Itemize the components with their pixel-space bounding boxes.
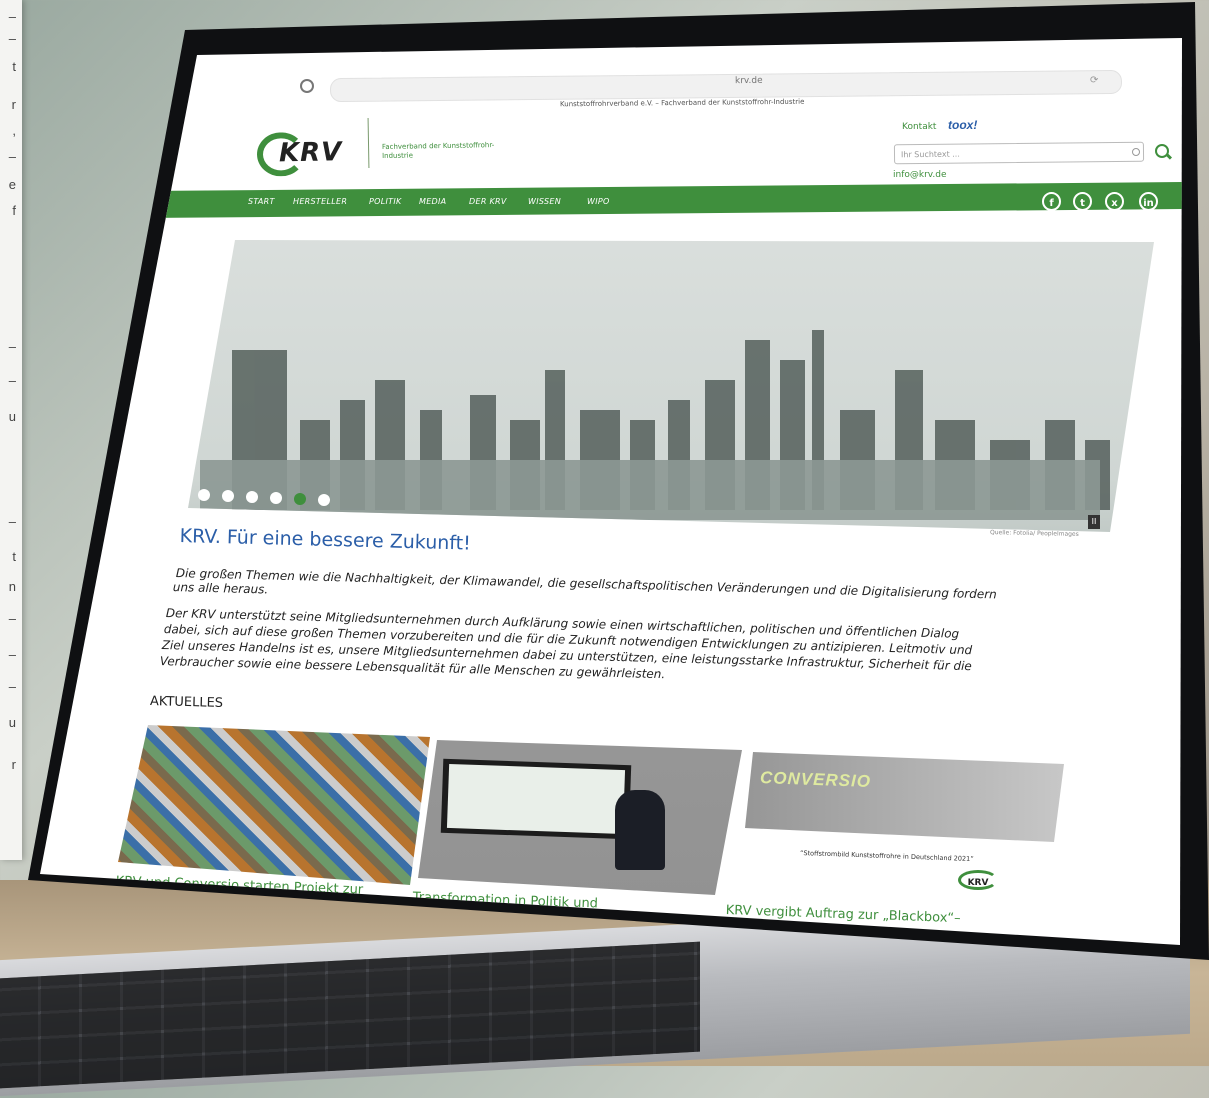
nav-wipo[interactable]: WIPO: [587, 197, 610, 206]
page-headline: KRV. Für eine bessere Zukunft!: [179, 525, 472, 555]
logo-subtitle: Fachverband der Kunststoffrohr-Industrie: [381, 141, 495, 161]
slide-dot[interactable]: [270, 492, 282, 504]
slide-dot[interactable]: [198, 489, 210, 501]
slide-dot[interactable]: [318, 494, 330, 506]
krv-mini-logo: KRV: [958, 870, 998, 890]
url-text: krv.de: [734, 75, 763, 87]
presentation-screen: [440, 758, 632, 840]
xing-icon[interactable]: x: [1105, 192, 1124, 211]
slide-dot[interactable]: [222, 490, 234, 502]
facebook-icon[interactable]: f: [1042, 192, 1061, 211]
search-input[interactable]: Ihr Suchtext ...: [893, 141, 1145, 165]
section-title-aktuelles: AKTUELLES: [149, 694, 224, 711]
krv-logo[interactable]: KRV: [256, 131, 344, 177]
kontakt-link[interactable]: Kontakt: [902, 122, 936, 132]
nav-politik[interactable]: POLITIK: [369, 197, 402, 206]
conversio-logo: CONVERSIO: [759, 768, 872, 791]
nav-wissen[interactable]: WISSEN: [528, 197, 561, 206]
news-image-caption: “Stoffstrombild Kunststoffrohre in Deuts…: [799, 848, 974, 864]
intro-line-1: Die großen Themen wie die Nachhaltigkeit…: [175, 566, 997, 602]
nav-der-krv[interactable]: DER KRV: [469, 197, 507, 206]
nav-hersteller[interactable]: HERSTELLER: [293, 197, 347, 206]
nav-media[interactable]: MEDIA: [419, 197, 446, 206]
intro-line-2: uns alle heraus.: [172, 580, 269, 597]
search-icon[interactable]: [1155, 144, 1169, 158]
nav-start[interactable]: START: [248, 197, 275, 206]
presenter-figure: [615, 790, 665, 870]
slide-dot[interactable]: [246, 491, 258, 503]
pause-icon[interactable]: II: [1088, 515, 1100, 529]
slide-dot-active[interactable]: [294, 493, 306, 505]
reload-icon[interactable]: ⟳: [1090, 75, 1098, 86]
logo-divider: [367, 117, 370, 169]
page-edge-text: – – t r, – e f – – u – t n – – – u r: [0, 0, 22, 860]
clear-search-icon[interactable]: [1132, 148, 1140, 156]
image-credit: Quelle: Fotolia/ Peoplelmages: [989, 529, 1079, 538]
logo-text: KRV: [278, 137, 343, 169]
address-bar[interactable]: [329, 69, 1123, 103]
toolbox-link[interactable]: toox!: [948, 118, 977, 132]
linkedin-icon[interactable]: in: [1139, 192, 1158, 211]
privacy-shield-icon[interactable]: [300, 79, 314, 93]
email-link[interactable]: info@krv.de: [893, 170, 947, 180]
tab-title[interactable]: Kunststoffrohrverband e.V. – Fachverband…: [560, 98, 804, 109]
twitter-icon[interactable]: t: [1073, 192, 1092, 211]
